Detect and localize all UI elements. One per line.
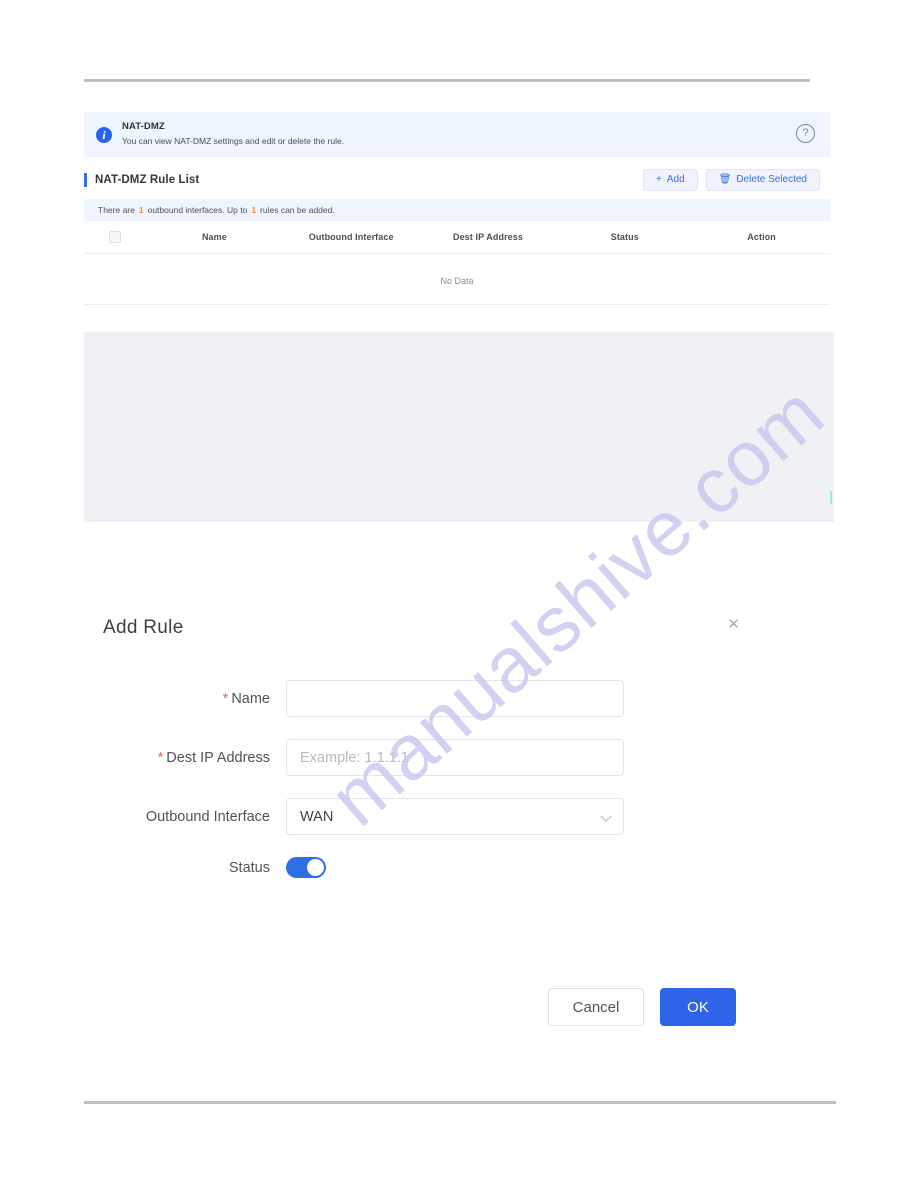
name-input[interactable] [286, 680, 624, 717]
ok-button[interactable]: OK [660, 988, 736, 1026]
status-toggle[interactable] [286, 857, 326, 878]
select-all-checkbox[interactable] [109, 231, 121, 243]
select-all-cell [84, 221, 146, 254]
content-placeholder-panel [84, 332, 834, 522]
name-label-text: Name [231, 690, 270, 707]
title-accent-bar [84, 172, 87, 187]
add-button-label: Add [666, 174, 685, 185]
no-data-text: No Data [84, 253, 830, 305]
required-asterisk: * [157, 749, 164, 766]
rule-table-body: No Data [84, 253, 830, 305]
form-row-outbound-interface: Outbound Interface WAN [84, 798, 764, 835]
outbound-interface-label: Outbound Interface [145, 808, 270, 825]
tip-prefix: There are [98, 205, 135, 215]
rule-table-head: Name Outbound Interface Dest IP Address … [84, 221, 830, 254]
info-banner: i NAT-DMZ You can view NAT-DMZ settings … [84, 112, 830, 157]
help-circle-icon[interactable]: ? [796, 124, 815, 143]
rule-list-title-wrap: NAT-DMZ Rule List [84, 172, 200, 187]
close-icon[interactable]: ✕ [727, 617, 740, 632]
column-header-name[interactable]: Name [146, 221, 283, 254]
toggle-knob [307, 859, 324, 876]
page-title: NAT-DMZ Rule List [95, 173, 200, 186]
delete-selected-button-label: Delete Selected [736, 174, 807, 185]
page-rule-top [84, 79, 810, 82]
capacity-tip: There are 1 outbound interfaces. Up to 1… [84, 199, 830, 221]
rule-list-header: NAT-DMZ Rule List + Add 🗑 Delete Selecte… [84, 162, 830, 197]
dest-ip-label: * Dest IP Address [84, 750, 286, 766]
page-rule-bottom [84, 1101, 836, 1104]
column-header-action[interactable]: Action [693, 221, 830, 254]
add-rule-form: * Name * Dest IP Address Example: 1.1.1.1 … [84, 680, 764, 900]
rule-list-actions: + Add 🗑 Delete Selected [643, 168, 820, 191]
dest-ip-label-text: Dest IP Address [166, 749, 270, 766]
plus-icon: + [656, 173, 662, 185]
status-label: Status [228, 859, 270, 876]
form-row-name: * Name [84, 680, 764, 717]
dialog-title: Add Rule [103, 617, 184, 638]
rule-list-card: NAT-DMZ Rule List + Add 🗑 Delete Selecte… [84, 162, 830, 305]
tip-interface-count: 1 [138, 205, 144, 215]
chevron-down-icon [600, 810, 612, 822]
outbound-interface-value: WAN [300, 808, 334, 825]
table-header-row: Name Outbound Interface Dest IP Address … [84, 221, 830, 254]
table-empty-row: No Data [84, 253, 830, 305]
tip-middle: outbound interfaces. Up to [147, 205, 248, 215]
dialog-footer: Cancel OK [84, 988, 764, 1026]
info-banner-text: NAT-DMZ You can view NAT-DMZ settings an… [122, 121, 344, 147]
dest-ip-input[interactable]: Example: 1.1.1.1 [286, 739, 624, 776]
column-header-outbound-interface[interactable]: Outbound Interface [282, 221, 420, 254]
cancel-button[interactable]: Cancel [548, 988, 644, 1026]
info-icon: i [96, 126, 112, 143]
tip-rule-count: 1 [251, 205, 257, 215]
required-asterisk: * [222, 690, 229, 707]
info-banner-title: NAT-DMZ [122, 121, 165, 133]
trash-icon: 🗑 [718, 173, 732, 185]
form-row-dest-ip: * Dest IP Address Example: 1.1.1.1 [84, 739, 764, 776]
info-banner-description: You can view NAT-DMZ settings and edit o… [122, 136, 345, 147]
outbound-interface-select[interactable]: WAN [286, 798, 624, 835]
add-button[interactable]: + Add [643, 168, 698, 191]
column-header-status[interactable]: Status [556, 221, 694, 254]
form-row-status: Status [84, 857, 764, 878]
delete-selected-button[interactable]: 🗑 Delete Selected [705, 168, 820, 191]
column-header-dest-ip-address[interactable]: Dest IP Address [419, 221, 557, 254]
tip-suffix: rules can be added. [260, 205, 335, 215]
rule-table: Name Outbound Interface Dest IP Address … [84, 221, 830, 305]
name-label: * Name [84, 691, 286, 707]
